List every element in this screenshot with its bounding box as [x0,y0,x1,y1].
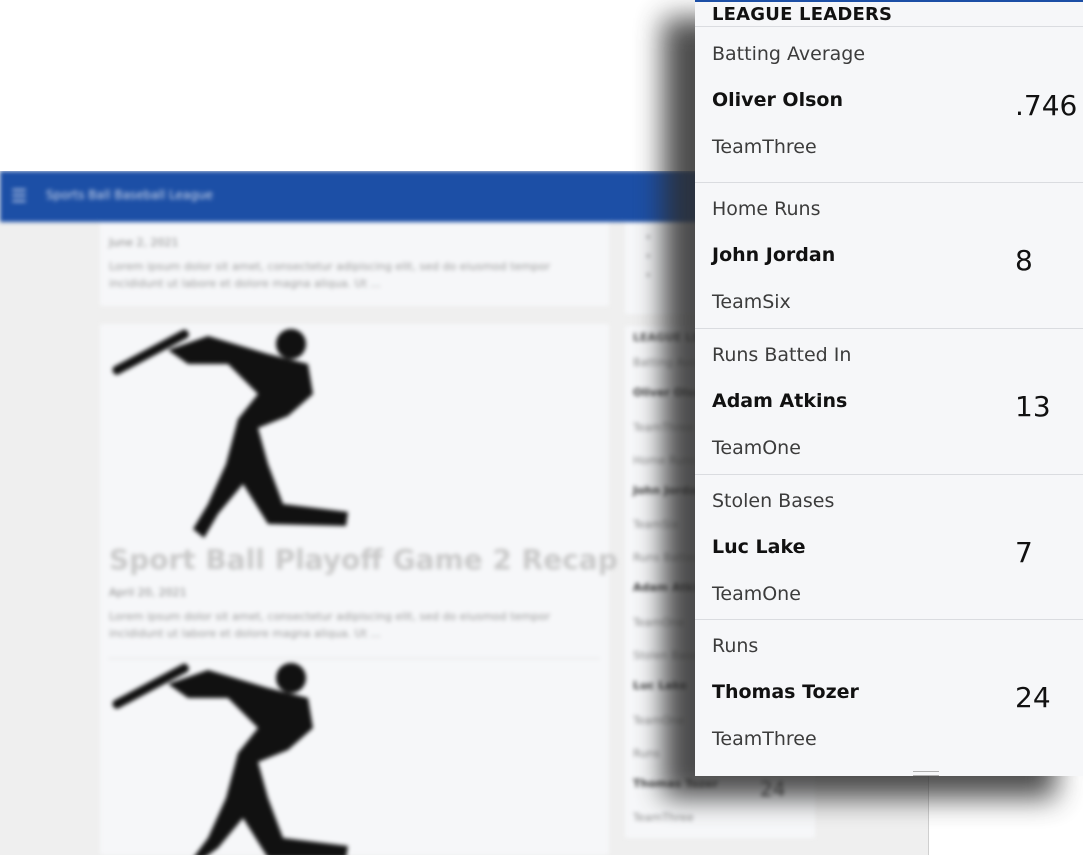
sidebar-leader-row: Runs [633,747,660,760]
leader-section-home-runs[interactable]: Home Runs John Jordan 8 TeamSix [695,182,1083,328]
section-divider [695,619,1083,620]
team-name[interactable]: TeamThree [712,728,817,750]
player-name[interactable]: Oliver Olson [712,89,843,111]
team-name[interactable]: TeamOne [712,583,801,605]
leader-section-batting-average[interactable]: Batting Average Oliver Olson .746 TeamTh… [695,27,1083,173]
leader-section-stolen-bases[interactable]: Stolen Bases Luc Lake 7 TeamOne [695,474,1083,620]
section-divider [695,182,1083,183]
team-name[interactable]: TeamThree [712,136,817,158]
hamburger-icon[interactable]: ☰ [11,188,27,206]
leader-section-runs-batted-in[interactable]: Runs Batted In Adam Atkins 13 TeamOne [695,328,1083,474]
team-name[interactable]: TeamOne [712,437,801,459]
stat-value: 13 [1015,390,1051,423]
team-name[interactable]: TeamSix [712,291,791,313]
resize-grip-handle[interactable] [913,771,939,776]
post-excerpt: Lorem ipsum dolor sit amet, consectetur … [109,610,551,640]
stat-category: Batting Average [712,43,866,65]
player-name[interactable]: Adam Atkins [712,390,847,412]
section-divider [695,328,1083,329]
stat-value: 8 [1015,244,1033,277]
app-title: Sports Ball Baseball League [46,188,213,202]
player-name[interactable]: Thomas Tozer [712,681,859,703]
stat-category: Home Runs [712,198,821,220]
leader-section-runs[interactable]: Runs Thomas Tozer 24 TeamThree [695,619,1083,765]
sidebar-leader-row: TeamThree [633,811,694,824]
batter-silhouette-image [112,329,348,538]
batter-silhouette-image [112,663,348,855]
stat-category: Stolen Bases [712,490,835,512]
player-name[interactable]: Luc Lake [712,536,805,558]
panel-title: LEAGUE LEADERS [712,4,893,25]
player-name[interactable]: John Jordan [712,244,835,266]
stat-value: 7 [1015,536,1033,569]
stat-category: Runs Batted In [712,344,852,366]
stat-category: Runs [712,635,759,657]
stat-value: .746 [1015,89,1078,122]
post-excerpt: Lorem ipsum dolor sit amet, consectetur … [109,260,551,290]
section-divider [695,474,1083,475]
post-date: June 2, 2021 [109,236,179,249]
post-date: April 20, 2021 [109,586,187,599]
sidebar-bullet-list: • • • [645,231,652,282]
top-post-card[interactable]: June 2, 2021 Lorem ipsum dolor sit amet,… [100,222,609,306]
stat-value: 24 [1015,681,1051,714]
post-title[interactable]: Sport Ball Playoff Game 2 Recap [109,543,618,576]
league-leaders-panel: LEAGUE LEADERS Batting Average Oliver Ol… [695,0,1083,776]
